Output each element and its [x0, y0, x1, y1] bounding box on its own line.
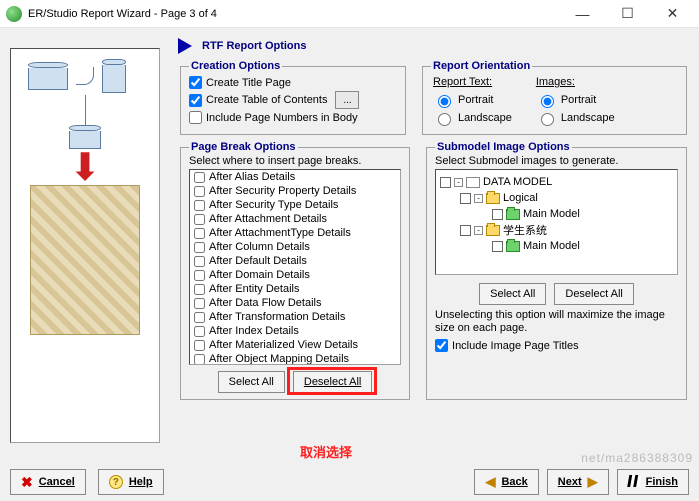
toc-options-button[interactable]: ...: [335, 91, 359, 109]
page-break-legend: Page Break Options: [189, 141, 298, 153]
images-landscape-radio[interactable]: Landscape: [536, 110, 615, 126]
include-image-titles-checkbox[interactable]: Include Image Page Titles: [435, 339, 678, 352]
page-header: RTF Report Options: [178, 38, 689, 54]
submodel-note: Unselecting this option will maximize th…: [435, 309, 678, 335]
page-break-item[interactable]: After Security Property Details: [190, 184, 400, 198]
include-image-titles-label: nclude Image Page Titles: [455, 340, 579, 352]
maximize-button[interactable]: ☐: [605, 3, 650, 25]
submodel-deselect-all-button[interactable]: Deselect All: [554, 283, 633, 305]
text-portrait-radio[interactable]: Portrait: [433, 92, 512, 108]
include-page-numbers-checkbox[interactable]: Include Page Numbers in Body: [189, 111, 397, 124]
page-break-item[interactable]: After Default Details: [190, 254, 400, 268]
tree-root[interactable]: -DATA MODEL: [438, 174, 675, 190]
create-title-page-input[interactable]: [189, 76, 202, 89]
back-arrow-icon: ◀: [485, 474, 495, 490]
main-panel: RTF Report Options Creation Options Crea…: [178, 34, 689, 400]
minimize-button[interactable]: —: [560, 3, 605, 25]
create-toc-checkbox[interactable]: Create Table of Contents: [189, 94, 327, 107]
report-orientation-group: Report Orientation Report Text: Portrait…: [422, 60, 687, 135]
app-icon: [6, 6, 22, 22]
page-break-item[interactable]: After AttachmentType Details: [190, 226, 400, 240]
wizard-button-bar: ✖Cancel ?Help ◀Back Next▶ Finish: [10, 469, 689, 495]
close-button[interactable]: ✕: [650, 3, 695, 25]
create-toc-input[interactable]: [189, 94, 202, 107]
creation-legend: Creation Options: [189, 60, 282, 72]
annotation-caption: 取消选择: [300, 442, 352, 461]
orientation-legend: Report Orientation: [431, 60, 532, 72]
creation-options-group: Creation Options Create Title Page Creat…: [180, 60, 406, 135]
window-title: ER/Studio Report Wizard - Page 3 of 4: [28, 8, 560, 20]
page-break-item[interactable]: After Domain Details: [190, 268, 400, 282]
cancel-button[interactable]: ✖Cancel: [10, 469, 86, 495]
page-break-instruction: Select where to insert page breaks.: [189, 155, 401, 167]
create-title-page-checkbox[interactable]: Create Title Page: [189, 76, 397, 89]
page-break-item[interactable]: After Attachment Details: [190, 212, 400, 226]
tree-physical-main[interactable]: Main Model: [438, 238, 675, 254]
page-break-select-all-button[interactable]: Select All: [218, 371, 285, 393]
tree-logical[interactable]: -Logical: [438, 190, 675, 206]
page-break-item[interactable]: After Security Type Details: [190, 198, 400, 212]
page-break-item[interactable]: After Index Details: [190, 324, 400, 338]
page-break-list[interactable]: After Alias DetailsAfter Security Proper…: [189, 169, 401, 365]
include-image-titles-input[interactable]: [435, 339, 448, 352]
watermark: net/ma286388309: [581, 451, 693, 465]
page-break-item[interactable]: After Object Mapping Details: [190, 352, 400, 365]
submodel-legend: Submodel Image Options: [435, 141, 572, 153]
finish-button[interactable]: Finish: [617, 469, 689, 495]
include-page-numbers-input[interactable]: [189, 111, 202, 124]
report-text-label: Report Text:: [433, 76, 512, 88]
page-break-item[interactable]: After Materialized View Details: [190, 338, 400, 352]
images-portrait-radio[interactable]: Portrait: [536, 92, 615, 108]
page-break-item[interactable]: After Column Details: [190, 240, 400, 254]
page-break-group: Page Break Options Select where to inser…: [180, 141, 410, 400]
page-break-item[interactable]: After Transformation Details: [190, 310, 400, 324]
next-arrow-icon: ▶: [588, 474, 598, 490]
page-break-deselect-all-button[interactable]: Deselect All: [293, 371, 372, 393]
submodel-tree[interactable]: -DATA MODEL -Logical Main Model -学生系统 Ma…: [435, 169, 678, 275]
submodel-image-group: Submodel Image Options Select Submodel i…: [426, 141, 687, 400]
page-break-item[interactable]: After Data Flow Details: [190, 296, 400, 310]
submodel-select-all-button[interactable]: Select All: [479, 283, 546, 305]
page-break-item[interactable]: After Alias Details: [190, 170, 400, 184]
page-break-item[interactable]: After Entity Details: [190, 282, 400, 296]
next-button[interactable]: Next▶: [547, 469, 609, 495]
images-label: Images:: [536, 76, 615, 88]
help-button[interactable]: ?Help: [98, 469, 164, 495]
titlebar: ER/Studio Report Wizard - Page 3 of 4 — …: [0, 0, 699, 28]
text-landscape-radio[interactable]: Landscape: [433, 110, 512, 126]
wizard-illustration: ⬇: [10, 48, 160, 443]
tree-physical[interactable]: -学生系统: [438, 222, 675, 238]
cancel-icon: ✖: [21, 474, 33, 491]
finish-flag-icon: [626, 475, 641, 490]
arrow-icon: [178, 38, 192, 54]
back-button[interactable]: ◀Back: [474, 469, 538, 495]
help-icon: ?: [109, 475, 123, 489]
page-title: RTF Report Options: [202, 40, 307, 52]
submodel-instruction: Select Submodel images to generate.: [435, 155, 678, 167]
tree-logical-main[interactable]: Main Model: [438, 206, 675, 222]
